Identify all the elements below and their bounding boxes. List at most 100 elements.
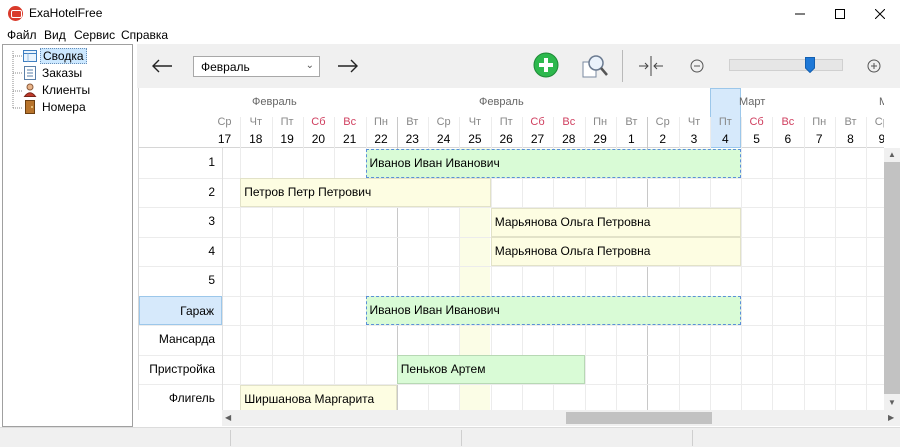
- status-cell: [692, 430, 693, 446]
- day-number-label[interactable]: 1: [616, 132, 647, 146]
- toolbar-separator: [622, 50, 623, 82]
- day-number-label[interactable]: 7: [804, 132, 835, 146]
- day-of-week-label: Сб: [749, 116, 764, 128]
- month-label: Февраль: [479, 96, 524, 108]
- booking-block[interactable]: Пеньков Артем: [396, 355, 585, 384]
- day-of-week-label: Сб: [311, 116, 326, 128]
- month-select[interactable]: Февраль ⌄: [193, 56, 320, 77]
- app-icon: [8, 6, 23, 21]
- chevron-down-icon: ⌄: [305, 60, 314, 71]
- tree-item-orders[interactable]: Заказы: [23, 65, 84, 81]
- summary-icon: [23, 50, 37, 62]
- rooms-icon: [25, 100, 35, 114]
- prev-month-button[interactable]: [149, 54, 175, 78]
- day-of-week-label: Вс: [343, 116, 357, 128]
- day-of-week-label: Вс: [781, 116, 795, 128]
- room-label[interactable]: 2: [139, 178, 222, 207]
- room-label[interactable]: Флигель: [139, 384, 222, 410]
- tree-item-summary[interactable]: Сводка: [23, 48, 87, 64]
- add-booking-button[interactable]: [532, 51, 560, 79]
- slider-thumb-shape: [804, 57, 815, 74]
- day-of-week-label: Чт: [687, 116, 701, 128]
- room-label[interactable]: 5: [139, 266, 222, 295]
- minimize-button[interactable]: [777, 0, 822, 27]
- day-of-week-label: Ср: [874, 116, 884, 128]
- booking-block[interactable]: Ширшанова Маргарита: [240, 384, 397, 410]
- tree-item-label: Номера: [42, 100, 86, 114]
- day-number-label[interactable]: 2: [647, 132, 678, 146]
- toolbar: Февраль ⌄: [137, 44, 900, 88]
- scroll-down-icon[interactable]: ▼: [888, 398, 896, 407]
- day-of-week-label: Пн: [812, 116, 827, 128]
- day-number-label[interactable]: 25: [459, 132, 490, 146]
- booking-block[interactable]: Марьянова Ольга Петровна: [490, 237, 742, 266]
- room-label[interactable]: Пристройка: [139, 355, 222, 384]
- day-of-week-label: Вт: [406, 116, 419, 128]
- zoom-out-button[interactable]: [688, 57, 706, 75]
- grid-column-line: [835, 117, 836, 410]
- menu-view[interactable]: Вид: [44, 28, 66, 42]
- day-number-label[interactable]: 18: [240, 132, 271, 146]
- day-number-label[interactable]: 6: [772, 132, 803, 146]
- grid-column-line: [271, 117, 273, 410]
- day-number-label[interactable]: 3: [679, 132, 710, 146]
- booking-block[interactable]: Петров Петр Петрович: [240, 178, 491, 207]
- search-button[interactable]: [580, 51, 610, 81]
- day-of-week-label: Вт: [844, 116, 857, 128]
- month-label: Март: [739, 96, 766, 108]
- month-select-value: Февраль: [201, 60, 250, 74]
- booking-block[interactable]: Иванов Иван Иванович: [365, 296, 742, 325]
- tree-item-label: Клиенты: [42, 83, 91, 97]
- day-number-label[interactable]: 28: [553, 132, 584, 146]
- horizontal-scrollbar[interactable]: ◀ ▶: [222, 410, 900, 426]
- day-of-week-label: Чт: [249, 116, 262, 128]
- day-of-week-label: Пт: [718, 116, 732, 128]
- close-button[interactable]: [857, 0, 900, 27]
- menu-help[interactable]: Справка: [121, 28, 168, 42]
- day-number-label[interactable]: 23: [397, 132, 428, 146]
- menu-service[interactable]: Сервис: [74, 28, 115, 42]
- menu-file[interactable]: Файл: [7, 28, 37, 42]
- day-number-label[interactable]: 27: [522, 132, 553, 146]
- tree-item-clients[interactable]: Клиенты: [23, 82, 92, 98]
- room-label[interactable]: Гараж: [139, 295, 222, 325]
- scroll-left-icon[interactable]: ◀: [225, 413, 231, 422]
- vertical-scroll-thumb[interactable]: [884, 162, 900, 394]
- day-number-label[interactable]: 21: [334, 132, 365, 146]
- booking-block[interactable]: Марьянова Ольга Петровна: [490, 207, 742, 237]
- tree-item-rooms[interactable]: Номера: [23, 99, 88, 115]
- zoom-slider-track[interactable]: [729, 59, 843, 71]
- day-number-label[interactable]: 22: [366, 132, 397, 146]
- room-label[interactable]: 3: [139, 207, 222, 236]
- zoom-slider-thumb[interactable]: [804, 57, 815, 74]
- next-month-button[interactable]: [335, 54, 361, 78]
- zoom-in-button[interactable]: [865, 57, 883, 75]
- close-icon: [874, 8, 885, 19]
- month-label: М: [879, 96, 884, 108]
- room-label[interactable]: 4: [139, 237, 222, 266]
- scroll-up-icon[interactable]: ▲: [888, 150, 896, 159]
- maximize-icon: [834, 8, 845, 19]
- collapse-columns-icon: [639, 56, 663, 76]
- day-number-label[interactable]: 17: [209, 132, 240, 146]
- fit-columns-button[interactable]: [637, 53, 665, 79]
- day-number-label[interactable]: 4: [710, 132, 741, 146]
- vertical-scrollbar[interactable]: ▲ ▼: [884, 148, 900, 410]
- month-label: Февраль: [252, 96, 297, 108]
- scroll-right-icon[interactable]: ▶: [888, 413, 894, 422]
- day-number-label[interactable]: 29: [585, 132, 616, 146]
- day-number-label[interactable]: 9: [866, 132, 884, 146]
- room-label[interactable]: 1: [139, 148, 222, 177]
- booking-grid[interactable]: Февраль Февраль Март М Ср17Чт18Пт19Сб20В…: [138, 88, 884, 410]
- horizontal-scroll-thumb[interactable]: [566, 412, 712, 424]
- booking-block[interactable]: Иванов Иван Иванович: [365, 148, 742, 178]
- room-label[interactable]: Мансарда: [139, 325, 222, 354]
- day-number-label[interactable]: 19: [272, 132, 303, 146]
- maximize-button[interactable]: [817, 0, 862, 27]
- day-number-label[interactable]: 20: [303, 132, 334, 146]
- day-number-label[interactable]: 5: [741, 132, 772, 146]
- day-number-label[interactable]: 24: [428, 132, 459, 146]
- orders-icon: [24, 66, 36, 80]
- day-number-label[interactable]: 8: [835, 132, 866, 146]
- day-number-label[interactable]: 26: [491, 132, 522, 146]
